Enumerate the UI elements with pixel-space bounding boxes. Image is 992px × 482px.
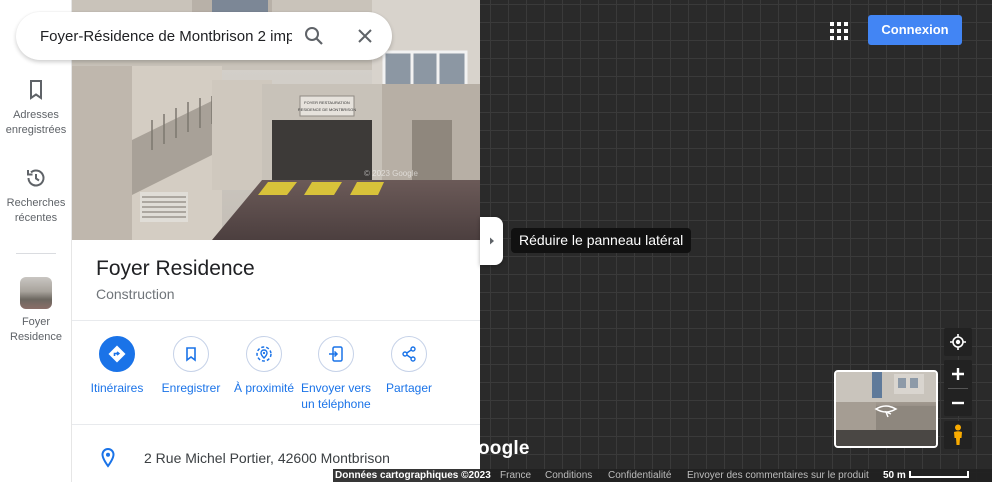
divider (72, 320, 480, 321)
place-thumbnail (20, 277, 52, 309)
directions-icon (108, 345, 126, 363)
left-rail: Adresses enregistrées Recherches récente… (0, 0, 72, 482)
send-to-phone-label: Envoyer vers un téléphone (300, 381, 372, 411)
rail-item-saved[interactable]: Adresses enregistrées (0, 78, 72, 138)
rail-item-place-label: Foyer Residence (10, 316, 62, 343)
action-bar: Itinéraires Enregistrer À proximité Envo… (91, 336, 468, 416)
place-category[interactable]: Construction (96, 286, 175, 302)
rail-item-recent[interactable]: Recherches récentes (0, 166, 72, 226)
pegman-icon (954, 424, 962, 445)
search-icon[interactable] (302, 24, 326, 48)
photo-sign-line-2: RESIDENCE DE MONTBRISON (298, 107, 356, 112)
bookmark-icon (30, 80, 42, 100)
photo-sign-line-1: FOYER RESTAURATION (304, 100, 350, 105)
save-label: Enregistrer (161, 381, 221, 395)
my-location-button[interactable] (944, 328, 972, 356)
map-attribution: Données cartographiques ©2023 (335, 470, 491, 481)
photo-watermark: © 2023 Google (364, 169, 418, 178)
share-label: Partager (385, 381, 433, 395)
zoom-control (944, 360, 972, 416)
street-view-preview (836, 372, 936, 446)
save-button[interactable]: Enregistrer (154, 336, 228, 396)
google-logo: oogle (478, 438, 530, 459)
scale-label[interactable]: 50 m (883, 469, 906, 482)
address-text: 2 Rue Michel Portier, 42600 Montbrison (144, 450, 390, 466)
location-pin-icon (101, 447, 115, 468)
history-icon (27, 169, 45, 187)
footer-privacy-link[interactable]: Confidentialité (608, 469, 671, 482)
place-title: Foyer Residence (96, 257, 255, 280)
nearby-icon (256, 346, 272, 362)
footer-country-link[interactable]: France (500, 469, 531, 482)
send-to-phone-icon (329, 346, 343, 362)
search-box (16, 12, 392, 60)
directions-button[interactable]: Itinéraires (80, 336, 154, 396)
rail-divider (16, 253, 56, 254)
rail-item-saved-label: Adresses enregistrées (5, 109, 67, 136)
nearby-label: À proximité (233, 381, 295, 395)
share-button[interactable]: Partager (372, 336, 446, 396)
close-icon[interactable] (353, 24, 377, 48)
collapse-panel-button[interactable] (480, 217, 503, 265)
minus-icon (952, 401, 964, 404)
rail-item-recent-label: Recherches récentes (6, 197, 66, 224)
pegman-button[interactable] (944, 421, 972, 449)
footer-terms-link[interactable]: Conditions (545, 469, 592, 482)
zoom-in-button[interactable] (944, 360, 972, 388)
apps-grid-icon[interactable] (830, 22, 848, 40)
search-input[interactable] (40, 24, 292, 48)
collapse-tooltip: Réduire le panneau latéral (511, 228, 692, 253)
send-to-phone-button[interactable]: Envoyer vers un téléphone (299, 336, 373, 412)
scale-bar (909, 471, 969, 478)
my-location-icon (950, 334, 966, 350)
directions-label: Itinéraires (90, 381, 144, 395)
divider (72, 424, 480, 425)
nearby-button[interactable]: À proximité (227, 336, 301, 396)
bookmark-icon (186, 347, 196, 362)
share-icon (402, 346, 416, 362)
rail-item-place[interactable]: Foyer Residence (0, 277, 72, 345)
my-location-control (944, 328, 972, 356)
street-view-thumbnail[interactable] (834, 370, 938, 448)
zoom-out-button[interactable] (944, 389, 972, 416)
chevron-right-icon (489, 237, 494, 245)
footer-feedback-link[interactable]: Envoyer des commentaires sur le produit (687, 469, 869, 482)
place-panel: FOYER RESTAURATION RESIDENCE DE MONTBRIS… (72, 0, 480, 482)
map-footer: Données cartographiques ©2023 France Con… (333, 469, 992, 482)
plus-icon (952, 368, 964, 380)
signin-button[interactable]: Connexion (868, 15, 962, 45)
